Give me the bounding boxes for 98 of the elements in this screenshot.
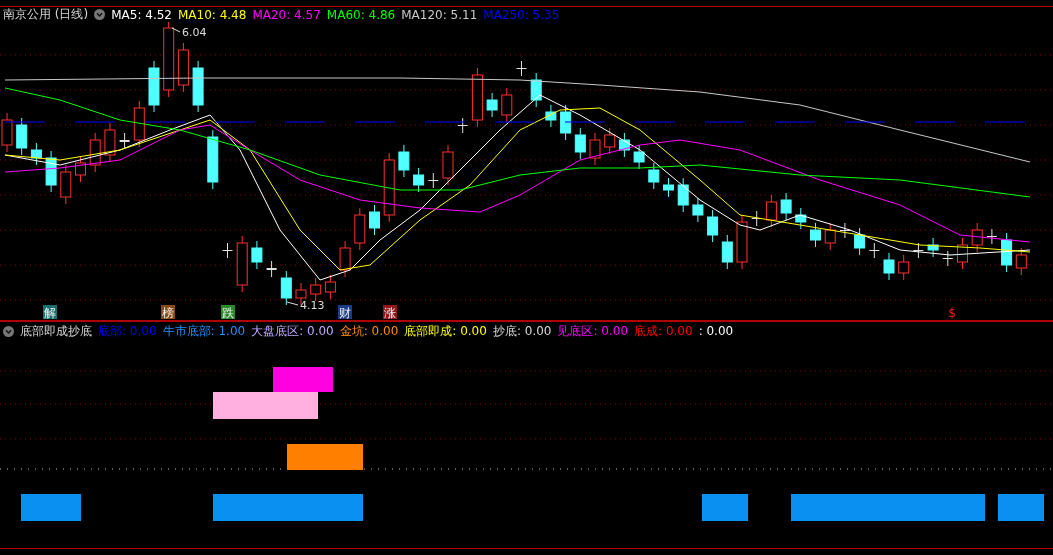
leader-line (286, 301, 299, 306)
candlestick (133, 100, 145, 148)
moving-average-reading: MA5: 4.52 (111, 7, 172, 22)
candlestick (648, 162, 660, 190)
moving-average-reading: MA60: 4.86 (326, 7, 396, 22)
event-marker: $ (948, 306, 956, 320)
event-marker: 解 (43, 305, 57, 320)
candlestick (45, 150, 57, 193)
event-marker: 涨 (383, 305, 397, 320)
candlestick (222, 242, 233, 259)
moving-average-reading: MA20: 4.57 (252, 7, 321, 22)
candlestick (428, 172, 439, 189)
moving-average-reading: MA250: 5.35 (483, 7, 560, 22)
candlestick (148, 60, 160, 113)
candlestick (30, 142, 42, 166)
candlestick (810, 222, 821, 248)
candlestick (736, 214, 748, 270)
leader-line (171, 27, 181, 33)
candlestick (574, 127, 586, 160)
indicator-bar (998, 494, 1044, 521)
candlestick (398, 144, 410, 178)
candlestick (207, 129, 219, 190)
candlestick (721, 234, 733, 270)
event-marker: 跌 (221, 305, 235, 320)
dropdown-icon[interactable] (94, 9, 106, 20)
candlestick (324, 274, 336, 300)
candlestick (986, 228, 997, 245)
candlestick (192, 60, 204, 113)
candlestick (251, 240, 263, 270)
candlestick (618, 132, 630, 158)
candlestick (16, 117, 28, 156)
candlestick (883, 252, 895, 281)
candlestick (677, 177, 689, 213)
candlestick (89, 132, 101, 173)
indicator-reading: 底部即成: 0.00 (404, 322, 487, 340)
indicator-reading: 牛市底部: 1.00 (162, 322, 246, 340)
candlestick (927, 237, 939, 258)
indicator-reading: 大盘底区: 0.00 (251, 322, 334, 340)
candlestick (869, 242, 880, 259)
indicator-bar (21, 494, 81, 521)
candlestick (457, 117, 468, 134)
candlestick (957, 237, 968, 270)
candlestick (516, 60, 527, 77)
candlestick (383, 152, 395, 223)
moving-average-reading: MA10: 4.48 (177, 7, 247, 22)
candlestick (1015, 247, 1027, 276)
candlestick (354, 207, 366, 251)
candlestick (339, 240, 351, 278)
candlestick (236, 235, 248, 293)
candlestick (530, 72, 542, 108)
indicator-bar (702, 494, 748, 521)
price-high-label: 6.04 (182, 26, 207, 39)
candlestick (177, 42, 189, 93)
candlestick (854, 227, 866, 256)
candlestick (795, 207, 807, 230)
candlestick (104, 122, 116, 163)
indicator-reading: : 0.00 (698, 324, 734, 338)
candlestick (75, 155, 86, 183)
moving-average-reading: MA120: 5.11 (401, 7, 478, 22)
indicator-reading: 底成: 0.00 (634, 322, 693, 340)
candlestick (369, 204, 380, 236)
candlestick (545, 104, 557, 128)
candlestick (266, 260, 277, 278)
candlestick (280, 270, 292, 306)
candlestick (501, 87, 513, 123)
event-marker: 榜 (161, 305, 175, 320)
candlestick (824, 222, 836, 251)
indicator-name: 底部即成抄底 (20, 322, 92, 340)
candlestick (486, 92, 498, 118)
candlestick (442, 144, 454, 186)
candlestick (1001, 232, 1013, 273)
indicator-reading: 见底区: 0.00 (557, 322, 629, 340)
candlestick (413, 167, 425, 193)
candlestick (765, 194, 777, 228)
candlestick (707, 209, 719, 243)
candlestick (560, 104, 572, 141)
indicator-reading: 底部: 0.00 (98, 322, 157, 340)
candlestick (471, 67, 483, 128)
indicator-reading: 抄底: 0.00 (492, 322, 552, 340)
candlestick (971, 222, 983, 253)
candlestick (604, 127, 616, 155)
candlestick (119, 132, 130, 150)
candlestick (692, 197, 704, 223)
price-low-label: 4.13 (300, 299, 325, 312)
indicator-reading: 金坑: 0.00 (339, 322, 399, 340)
candlestick (942, 250, 953, 267)
candlestick (780, 192, 792, 221)
candlestick (310, 277, 322, 302)
candlestick (913, 242, 924, 259)
candlestick (663, 177, 674, 198)
event-marker: 财 (338, 305, 352, 320)
stock-title: 南京公用 (日线) (3, 6, 89, 23)
dropdown-icon[interactable] (3, 325, 14, 337)
candlestick (839, 222, 850, 239)
candlestick (60, 164, 72, 205)
candlestick (589, 132, 601, 166)
candlestick (898, 254, 910, 281)
candlestick (633, 144, 645, 170)
